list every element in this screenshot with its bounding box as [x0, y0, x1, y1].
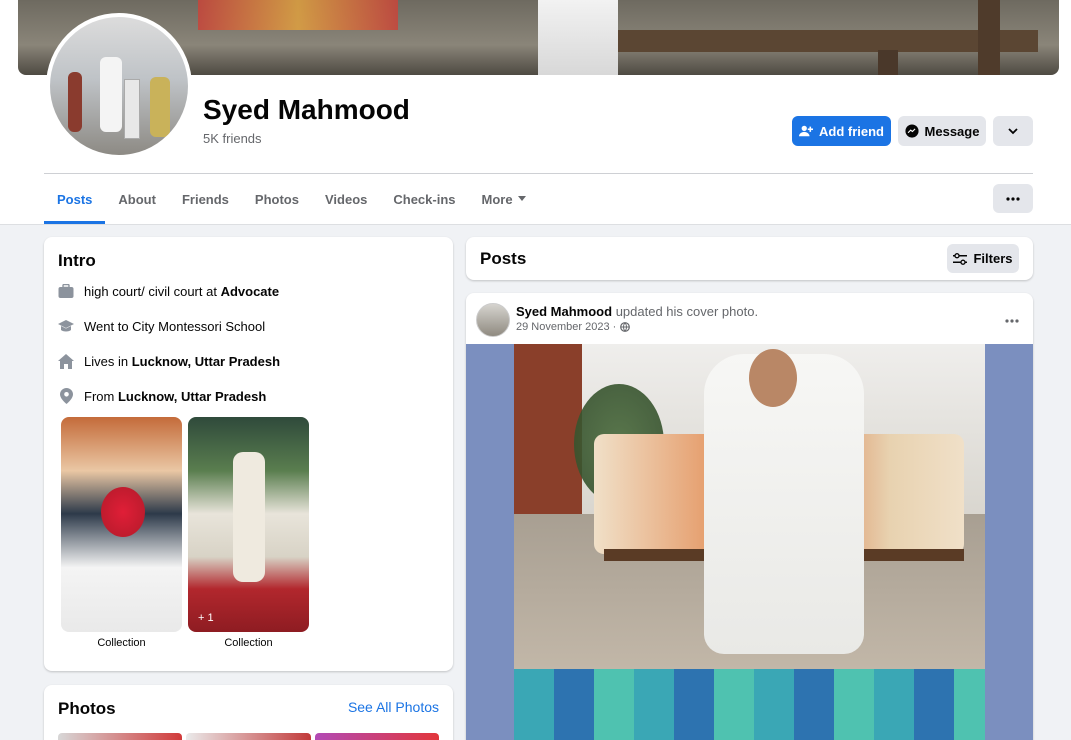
photos-card: Photos See All Photos	[44, 685, 453, 740]
tab-friends[interactable]: Friends	[169, 174, 242, 224]
profile-picture[interactable]	[46, 13, 192, 159]
photo-detail	[749, 349, 797, 407]
tab-label: Photos	[254, 191, 299, 207]
intro-education-text: Went to City Montessori School	[84, 318, 266, 334]
posts-header-card: Posts Filters	[466, 237, 1033, 280]
collection-cover-image: + 1	[188, 417, 309, 632]
cover-photo-detail	[538, 0, 618, 75]
profile-picture-image	[50, 17, 188, 155]
ellipsis-icon	[1006, 196, 1020, 201]
photo-thumbnail[interactable]	[186, 733, 311, 740]
sliders-icon	[953, 252, 968, 265]
add-friend-button[interactable]: Add friend	[792, 116, 891, 146]
photos-title: Photos	[58, 699, 116, 718]
collection-label: Collection	[97, 637, 146, 649]
profile-name: Syed Mahmood	[203, 94, 410, 125]
add-friend-label: Add friend	[819, 123, 884, 139]
posts-title: Posts	[480, 249, 527, 268]
post-author-avatar[interactable]	[476, 303, 510, 337]
cover-photo-detail	[978, 0, 1000, 75]
see-all-photos-link[interactable]: See All Photos	[348, 699, 439, 715]
collection-cover-image	[61, 417, 182, 632]
tab-photos[interactable]: Photos	[242, 174, 312, 224]
profile-header: Syed Mahmood 5K friends Add friend Messa…	[0, 0, 1071, 225]
globe-icon	[620, 322, 631, 332]
collection-cover-detail	[101, 487, 145, 537]
post-card: Syed Mahmood updated his cover photo. 29…	[466, 293, 1033, 740]
collection-cover-detail	[233, 452, 265, 582]
tab-label: About	[118, 191, 156, 207]
cover-photo-detail	[878, 50, 898, 75]
intro-title: Intro	[58, 251, 96, 270]
photo-thumbnail[interactable]	[58, 733, 183, 740]
friends-count[interactable]: 5K friends	[203, 131, 262, 146]
cover-photo-detail	[198, 0, 398, 30]
caret-down-icon	[517, 196, 526, 201]
tab-label: Videos	[324, 191, 368, 207]
avatar-detail	[124, 79, 140, 139]
avatar-detail	[68, 72, 82, 132]
collection-label: Collection	[224, 637, 273, 649]
photo-detail	[514, 669, 985, 740]
post-photo[interactable]	[514, 344, 985, 740]
tab-label: Posts	[57, 191, 93, 207]
messenger-icon	[904, 124, 919, 138]
post-author-line: Syed Mahmood updated his cover photo.	[516, 304, 758, 319]
post-options-button[interactable]	[1005, 310, 1019, 328]
tab-more[interactable]: More	[469, 174, 539, 224]
tab-check-ins[interactable]: Check-ins	[380, 174, 468, 224]
tab-videos[interactable]: Videos	[312, 174, 380, 224]
intro-work-place[interactable]: Advocate	[221, 284, 280, 299]
chevron-down-icon	[1008, 128, 1018, 135]
photos-grid	[58, 733, 439, 740]
featured-collection[interactable]: + 1 Collection	[188, 417, 309, 649]
avatar-detail	[100, 57, 122, 132]
location-pin-icon	[58, 388, 74, 404]
post-action-text: updated his cover photo.	[612, 304, 759, 319]
add-person-icon	[799, 125, 813, 137]
intro-lives-prefix: Lives in	[84, 353, 132, 369]
avatar-detail	[150, 77, 170, 137]
filters-label: Filters	[973, 251, 1013, 266]
ellipsis-icon	[1005, 319, 1019, 323]
intro-work: high court/ civil court at Advocate	[58, 283, 279, 299]
filters-button[interactable]: Filters	[947, 244, 1019, 273]
photo-thumbnail[interactable]	[314, 733, 439, 740]
featured-collection[interactable]: Collection	[61, 417, 182, 649]
tab-posts[interactable]: Posts	[44, 174, 106, 224]
post-meta: 29 November 2023 ·	[516, 321, 631, 333]
more-options-button[interactable]	[993, 116, 1033, 146]
intro-education: Went to City Montessori School	[58, 318, 265, 334]
cover-photo-detail	[618, 30, 1038, 52]
profile-tabs: Posts About Friends Photos Videos Check-…	[44, 174, 539, 224]
post-author-name[interactable]: Syed Mahmood	[516, 304, 612, 319]
collection-extra-count: + 1	[198, 612, 214, 624]
intro-from-prefix: From	[84, 388, 118, 404]
intro-work-prefix: high court/ civil court at	[84, 283, 221, 299]
message-label: Message	[924, 123, 980, 139]
message-button[interactable]: Message	[898, 116, 986, 146]
graduation-cap-icon	[58, 318, 74, 334]
home-icon	[58, 353, 74, 369]
tab-label: More	[481, 191, 513, 207]
intro-lives-place[interactable]: Lucknow, Uttar Pradesh	[132, 354, 280, 369]
intro-from: From Lucknow, Uttar Pradesh	[58, 388, 266, 404]
briefcase-icon	[58, 283, 74, 299]
tab-label: Friends	[181, 191, 229, 207]
post-date[interactable]: 29 November 2023 ·	[516, 321, 616, 333]
tab-label: Check-ins	[393, 191, 456, 207]
intro-lives: Lives in Lucknow, Uttar Pradesh	[58, 353, 280, 369]
tab-about[interactable]: About	[105, 174, 169, 224]
photo-detail	[514, 344, 582, 514]
intro-card: Intro high court/ civil court at Advocat…	[44, 237, 453, 671]
intro-from-place[interactable]: Lucknow, Uttar Pradesh	[118, 389, 266, 404]
profile-menu-button[interactable]	[993, 184, 1033, 213]
